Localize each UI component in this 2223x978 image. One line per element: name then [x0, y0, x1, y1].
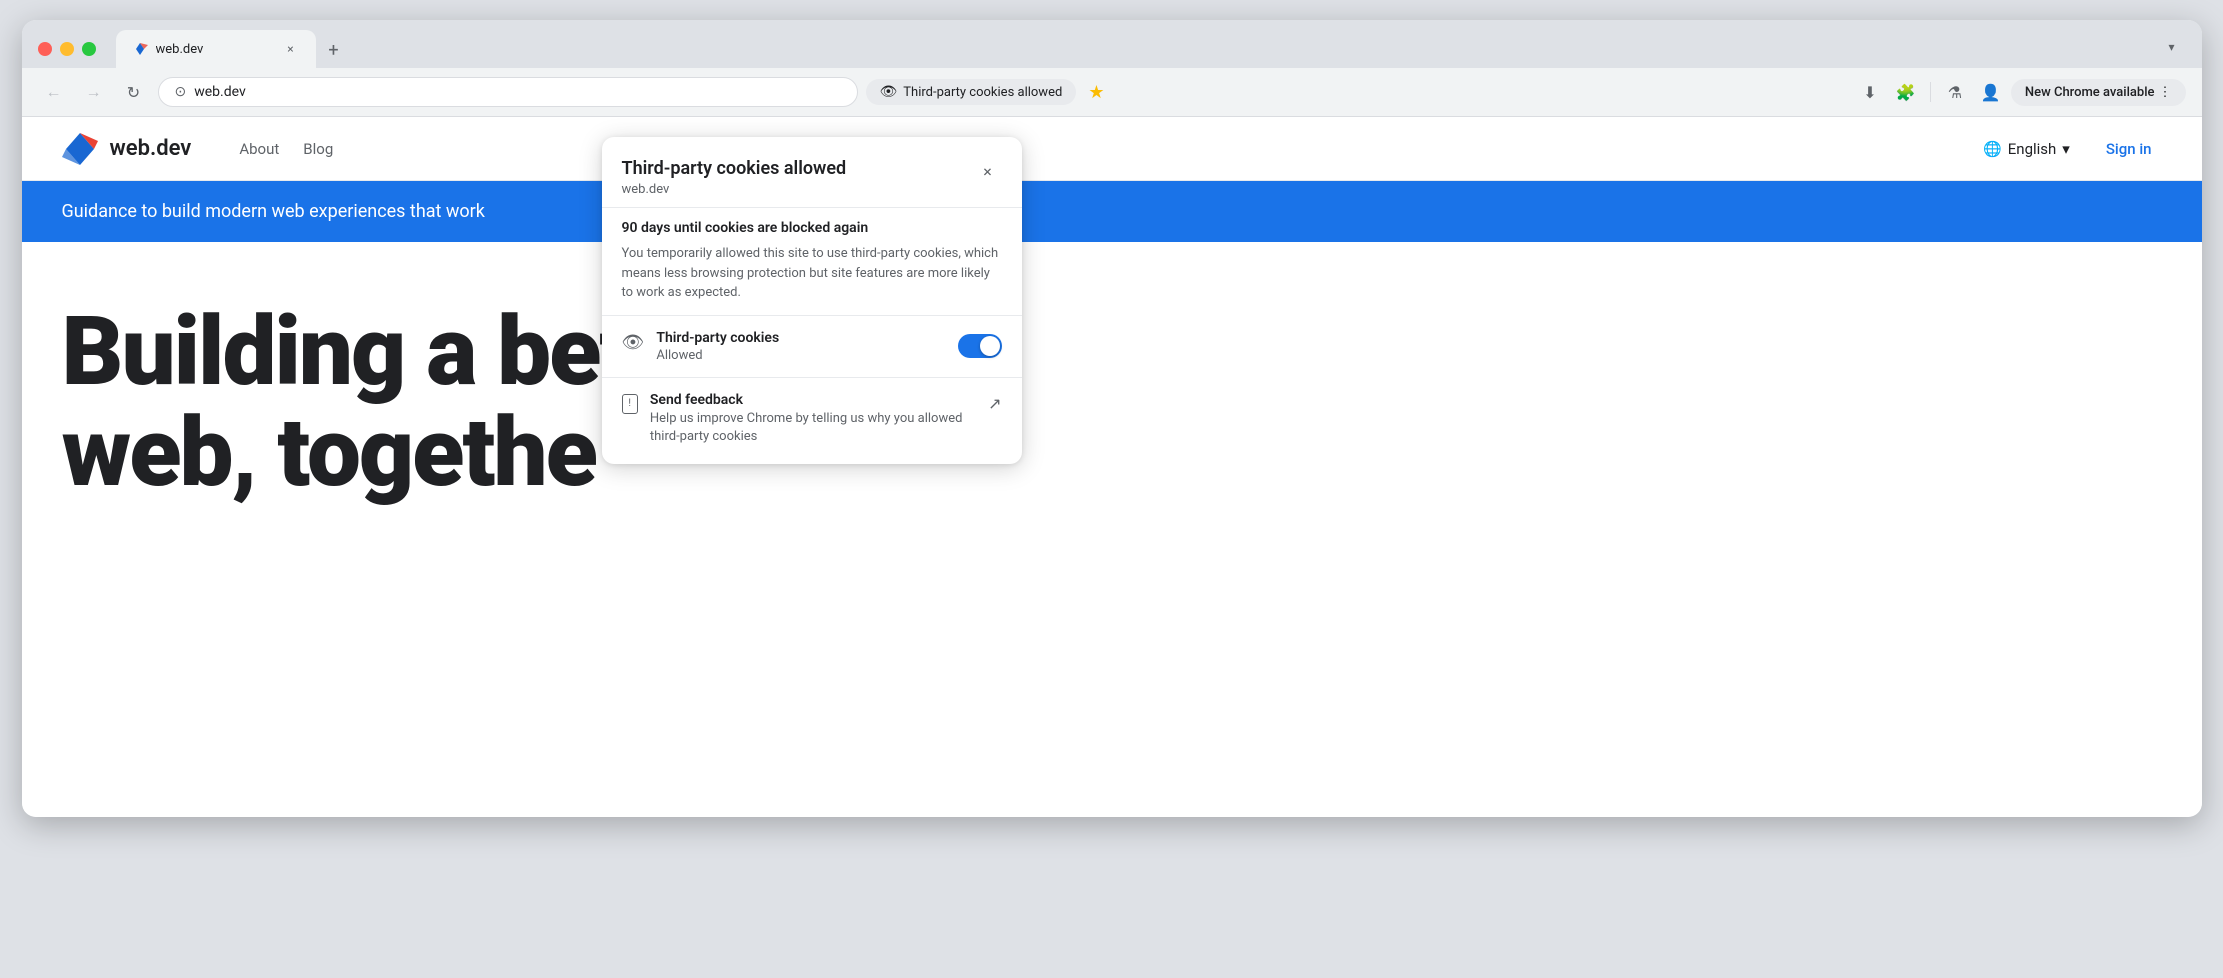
browser-window: web.dev × + ▾ ← → ↻ ⊙ web.dev 👁 Third-pa…: [22, 20, 2202, 817]
tab-bar: web.dev × +: [116, 30, 348, 68]
popup-warning-title: 90 days until cookies are blocked again: [622, 220, 1002, 236]
cookies-eye-icon: 👁: [622, 332, 645, 353]
labs-button[interactable]: ⚗: [1939, 76, 1971, 108]
profile-button[interactable]: 👤: [1975, 76, 2007, 108]
cookies-toggle-switch[interactable]: [958, 334, 1002, 358]
tab-close-button[interactable]: ×: [282, 40, 300, 58]
cookie-pill-label: Third-party cookies allowed: [903, 85, 1062, 100]
sign-in-button[interactable]: Sign in: [2096, 134, 2162, 164]
download-icon: ⬇: [1863, 83, 1876, 102]
reload-button[interactable]: ↻: [118, 76, 150, 108]
tab-favicon-icon: [132, 41, 148, 57]
download-button[interactable]: ⬇: [1854, 76, 1886, 108]
nav-blog-link[interactable]: Blog: [303, 140, 333, 158]
tab-dropdown-button[interactable]: ▾: [2158, 33, 2186, 61]
hero-section: Building a bet web, togethe: [22, 242, 2202, 564]
site-header: web.dev About Blog 🌐 English ▾ Sign in: [22, 117, 2202, 181]
popup-toggle-row: 👁 Third-party cookies Allowed: [602, 315, 1022, 377]
popup-warning-section: 90 days until cookies are blocked again …: [602, 207, 1022, 315]
feedback-icon: !: [622, 394, 638, 414]
popup-domain: web.dev: [622, 182, 847, 197]
feedback-subtitle: Help us improve Chrome by telling us why…: [650, 410, 988, 446]
nav-divider: [1930, 82, 1931, 102]
content-area: web.dev About Blog 🌐 English ▾ Sign in G…: [22, 117, 2202, 817]
new-tab-button[interactable]: +: [320, 36, 348, 64]
minimize-window-button[interactable]: [60, 42, 74, 56]
eye-icon: 👁: [880, 84, 898, 100]
nav-right-actions: ⬇ 🧩 ⚗ 👤 New Chrome available ⋮: [1854, 76, 2186, 108]
site-logo-text: web.dev: [110, 136, 192, 161]
feedback-left: ! Send feedback Help us improve Chrome b…: [622, 392, 989, 446]
hero-title: Building a bet web, togethe: [62, 302, 2162, 504]
nav-about-link[interactable]: About: [239, 140, 279, 158]
extensions-button[interactable]: 🧩: [1890, 76, 1922, 108]
popup-header-text: Third-party cookies allowed web.dev: [622, 157, 847, 197]
more-options-icon: ⋮: [2159, 85, 2172, 100]
popup-warning-text: You temporarily allowed this site to use…: [622, 244, 1002, 303]
toggle-sublabel: Allowed: [656, 348, 779, 363]
traffic-lights: [38, 42, 96, 56]
external-link-icon[interactable]: ↗: [988, 394, 1001, 413]
profile-icon: 👤: [1981, 83, 2001, 102]
popup-feedback-row: ! Send feedback Help us improve Chrome b…: [602, 377, 1022, 464]
tab-bar-right: ▾: [2158, 33, 2186, 61]
maximize-window-button[interactable]: [82, 42, 96, 56]
globe-icon: 🌐: [1983, 140, 2002, 158]
back-button[interactable]: ←: [38, 76, 70, 108]
forward-button[interactable]: →: [78, 76, 110, 108]
language-button[interactable]: 🌐 English ▾: [1973, 134, 2080, 164]
language-label: English: [2008, 140, 2057, 158]
popup-close-button[interactable]: ×: [974, 157, 1002, 185]
toggle-left: 👁 Third-party cookies Allowed: [622, 330, 780, 363]
active-tab[interactable]: web.dev ×: [116, 30, 316, 68]
labs-icon: ⚗: [1948, 83, 1962, 102]
banner-text: Guidance to build modern web experiences…: [62, 201, 485, 222]
cookie-pill-button[interactable]: 👁 Third-party cookies allowed: [866, 79, 1077, 105]
site-banner: Guidance to build modern web experiences…: [22, 181, 2202, 242]
site-nav: About Blog: [239, 140, 333, 158]
site-logo: web.dev: [62, 131, 192, 167]
cookie-popup: Third-party cookies allowed web.dev × 90…: [602, 137, 1022, 464]
toggle-text: Third-party cookies Allowed: [656, 330, 779, 363]
feedback-title: Send feedback: [650, 392, 988, 408]
tab-title: web.dev: [156, 42, 274, 57]
language-chevron-icon: ▾: [2062, 140, 2070, 158]
nav-bar: ← → ↻ ⊙ web.dev 👁 Third-party cookies al…: [22, 68, 2202, 117]
title-bar: web.dev × + ▾: [22, 20, 2202, 68]
feedback-text: Send feedback Help us improve Chrome by …: [650, 392, 988, 446]
hero-title-line2: web, togethe: [62, 403, 2162, 504]
hero-title-line1: Building a bet: [62, 302, 2162, 403]
new-chrome-label: New Chrome available: [2025, 85, 2155, 100]
site-header-right: 🌐 English ▾ Sign in: [1973, 134, 2161, 164]
bookmark-star-icon[interactable]: ★: [1084, 78, 1108, 107]
new-chrome-button[interactable]: New Chrome available ⋮: [2011, 79, 2186, 106]
address-text: web.dev: [194, 84, 840, 100]
extensions-icon: 🧩: [1896, 83, 1916, 102]
toggle-label: Third-party cookies: [656, 330, 779, 346]
address-icon: ⊙: [175, 84, 187, 100]
popup-title: Third-party cookies allowed: [622, 157, 847, 180]
logo-icon: [62, 131, 98, 167]
close-window-button[interactable]: [38, 42, 52, 56]
popup-header: Third-party cookies allowed web.dev ×: [602, 137, 1022, 207]
address-bar[interactable]: ⊙ web.dev: [158, 77, 858, 107]
